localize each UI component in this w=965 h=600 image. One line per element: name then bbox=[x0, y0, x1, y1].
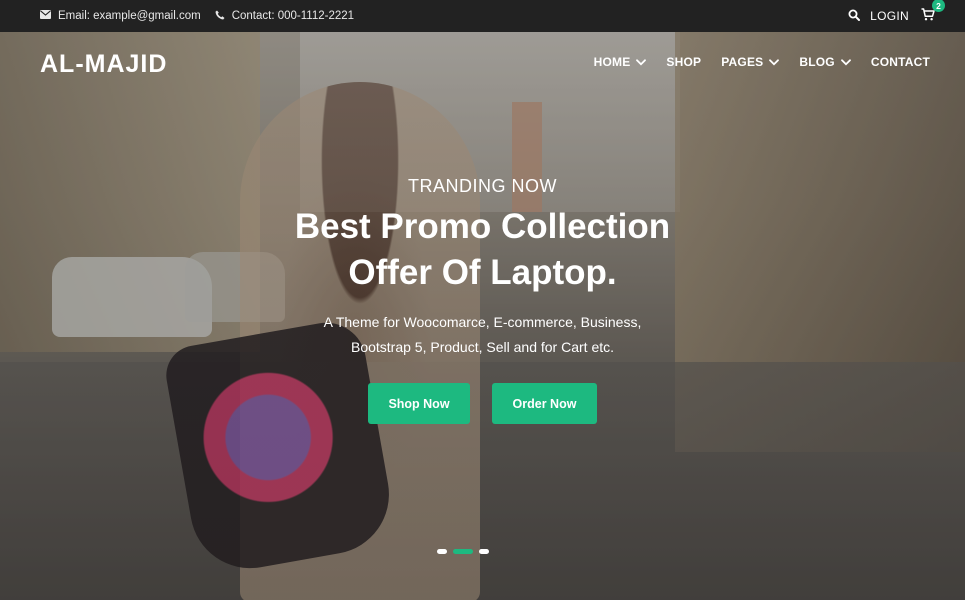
nav-item-contact[interactable]: CONTACT bbox=[871, 55, 930, 69]
nav-item-label: CONTACT bbox=[870, 55, 930, 69]
carousel-dot[interactable] bbox=[479, 549, 489, 554]
nav-item-pages[interactable]: PAGES bbox=[721, 55, 780, 69]
nav-item-blog[interactable]: BLOG bbox=[799, 55, 851, 69]
phone-info: Contact: 000-1112-2221 bbox=[215, 10, 354, 23]
hero-headline-line-1: Best Promo Collection bbox=[294, 207, 671, 246]
hero-buttons: Shop Now Order Now bbox=[0, 383, 965, 424]
nav-item-label: BLOG bbox=[799, 55, 835, 69]
hero-headline-line-2: Offer Of Laptop. bbox=[348, 253, 617, 292]
nav-item-label: PAGES bbox=[721, 55, 764, 69]
order-now-button[interactable]: Order Now bbox=[492, 383, 597, 424]
cart-icon bbox=[921, 8, 935, 24]
cart-count-badge: 2 bbox=[932, 0, 945, 12]
nav-item-label: HOME bbox=[593, 55, 631, 69]
hero-banner: AL-MAJID HOME SHOP PAGES BLOG CONTACT TR… bbox=[0, 32, 965, 600]
shop-now-button[interactable]: Shop Now bbox=[368, 383, 470, 424]
hero-headline: Best Promo Collection Offer Of Laptop. bbox=[0, 204, 965, 296]
main-nav: HOME SHOP PAGES BLOG CONTACT bbox=[594, 55, 930, 69]
chevron-down-icon bbox=[840, 55, 851, 69]
nav-item-home[interactable]: HOME bbox=[594, 55, 647, 69]
carousel-dot-active[interactable] bbox=[453, 549, 473, 554]
top-bar: Email: example@gmail.com Contact: 000-11… bbox=[0, 0, 965, 32]
top-bar-contact-info: Email: example@gmail.com Contact: 000-11… bbox=[40, 0, 354, 32]
login-link[interactable]: LOGIN bbox=[870, 9, 909, 23]
hero-description-line-1: A Theme for Woocomarce, E-commerce, Busi… bbox=[323, 314, 642, 330]
hero-eyebrow: TRANDING NOW bbox=[408, 176, 557, 196]
carousel-dots bbox=[437, 549, 489, 554]
nav-item-label: SHOP bbox=[666, 55, 702, 69]
carousel-dot[interactable] bbox=[437, 549, 447, 554]
email-text[interactable]: Email: example@gmail.com bbox=[58, 10, 201, 22]
search-icon[interactable] bbox=[848, 9, 861, 24]
top-bar-actions: LOGIN 2 bbox=[848, 0, 945, 32]
site-logo[interactable]: AL-MAJID bbox=[40, 50, 167, 79]
chevron-down-icon bbox=[636, 55, 647, 69]
envelope-icon bbox=[40, 10, 51, 22]
chevron-down-icon bbox=[769, 55, 780, 69]
hero-description-line-2: Bootstrap 5, Product, Sell and for Cart … bbox=[350, 339, 615, 355]
nav-item-shop[interactable]: SHOP bbox=[666, 55, 701, 69]
phone-icon bbox=[215, 10, 225, 23]
cart-button[interactable]: 2 bbox=[919, 0, 945, 25]
email-info: Email: example@gmail.com bbox=[40, 10, 201, 22]
hero-description: A Theme for Woocomarce, E-commerce, Busi… bbox=[0, 310, 965, 360]
contact-text[interactable]: Contact: 000-1112-2221 bbox=[232, 10, 354, 22]
